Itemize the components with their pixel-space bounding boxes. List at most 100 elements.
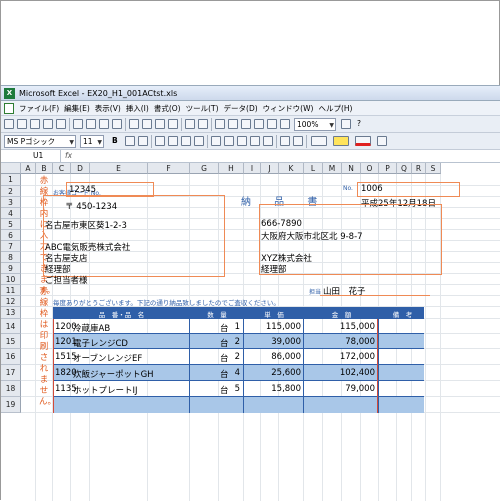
align-right-icon[interactable] [181,136,191,146]
row-header[interactable]: 5 [1,219,21,230]
column-header[interactable]: L [304,163,323,174]
workbook-icon[interactable] [4,103,14,114]
item-amount[interactable]: 172,000 [304,352,375,362]
row-header[interactable]: 9 [1,263,21,274]
item-qty[interactable]: 2 [190,352,240,362]
item-amount[interactable]: 78,000 [304,337,375,347]
row-header[interactable]: 3 [1,197,21,208]
item-amount[interactable]: 79,000 [304,384,375,394]
help-label[interactable]: ? [355,118,369,131]
column-header[interactable]: F [148,163,190,174]
column-header[interactable]: J [261,163,279,174]
select-all-corner[interactable] [1,163,21,174]
item-amount[interactable]: 115,000 [304,322,375,332]
row-header[interactable]: 14 [1,319,21,334]
column-header[interactable]: P [379,163,397,174]
item-name[interactable]: 電子レンジCD [73,337,128,349]
recipient-person[interactable]: ご担当者様 [45,274,88,286]
new-icon[interactable] [4,119,14,129]
recipient-postal[interactable]: 〒 450-1234 [65,200,117,212]
font-size-select[interactable]: 11 ▼ [80,135,104,148]
row-header[interactable]: 1 [1,174,21,186]
item-unit[interactable]: 台 [220,322,229,334]
item-unit[interactable]: 台 [220,384,229,396]
increase-indent-icon[interactable] [293,136,303,146]
menu-item[interactable]: ファイル(F) [19,101,59,116]
zoom-select[interactable]: 100% ▼ [294,118,336,131]
column-header[interactable]: E [90,163,148,174]
menu-item[interactable]: ヘルプ(H) [318,101,352,116]
item-unit[interactable]: 台 [220,352,229,364]
column-header[interactable]: D [71,163,90,174]
column-header[interactable]: Q [397,163,412,174]
decrease-indent-icon[interactable] [280,136,290,146]
percent-icon[interactable] [224,136,234,146]
item-qty[interactable]: 4 [190,368,240,378]
chart-wizard-icon[interactable] [267,119,277,129]
sender-postal[interactable]: 666-7890 [261,219,302,229]
email-icon[interactable] [56,119,66,129]
hyperlink-icon[interactable] [215,119,225,129]
menu-item[interactable]: 挿入(I) [126,101,149,116]
row-header[interactable]: 17 [1,365,21,381]
row-header[interactable]: 4 [1,208,21,219]
align-left-icon[interactable] [155,136,165,146]
row-header[interactable]: 8 [1,252,21,263]
menu-item[interactable]: 編集(E) [64,101,90,116]
column-header[interactable]: K [279,163,304,174]
autosum-icon[interactable] [228,119,238,129]
item-price[interactable]: 86,000 [244,352,301,362]
drawing-icon[interactable] [280,119,290,129]
sender-department[interactable]: 経理部 [261,263,287,275]
open-icon[interactable] [17,119,27,129]
decrease-decimal-icon[interactable] [263,136,273,146]
undo-icon[interactable] [185,119,195,129]
no-value[interactable]: 1006 [361,184,383,194]
sort-ascending-icon[interactable] [241,119,251,129]
borders-icon[interactable] [311,136,327,146]
toolbar-options-icon[interactable] [377,136,387,146]
item-name[interactable]: 冷蔵庫AB [73,322,110,334]
copy-icon[interactable] [142,119,152,129]
worksheet-grid[interactable]: A B C D E F G H I J K L M N O P Q R S 1 2 3 4 5 6 7 8 9 10 11 12 13 14 15… [1,163,500,501]
bold-button[interactable]: B [110,135,122,148]
column-header[interactable]: I [244,163,261,174]
menu-item[interactable]: データ(D) [224,101,258,116]
item-qty[interactable]: 1 [190,322,240,332]
help-icon[interactable] [341,119,351,129]
spelling-icon[interactable] [99,119,109,129]
item-price[interactable]: 115,000 [244,322,301,332]
sort-descending-icon[interactable] [254,119,264,129]
item-name[interactable]: ホットプレートIJ [73,384,138,396]
row-header[interactable]: 10 [1,274,21,285]
column-header[interactable]: G [190,163,219,174]
item-unit[interactable]: 台 [220,368,229,380]
column-header[interactable]: O [361,163,379,174]
merge-center-icon[interactable] [194,136,204,146]
row-header[interactable]: 15 [1,334,21,349]
column-header[interactable]: R [412,163,426,174]
menu-item[interactable]: 表示(V) [95,101,121,116]
menu-item[interactable]: ツール(T) [186,101,219,116]
item-name[interactable]: 炊飯ジャーポットGH [73,368,154,380]
research-icon[interactable] [112,119,122,129]
row-header[interactable]: 19 [1,397,21,413]
column-header[interactable]: H [219,163,244,174]
row-header[interactable]: 7 [1,241,21,252]
increase-decimal-icon[interactable] [250,136,260,146]
sender-address[interactable]: 大阪府大阪市北区北 9-8-7 [261,230,363,242]
cut-icon[interactable] [129,119,139,129]
column-header[interactable]: S [426,163,441,174]
italic-icon[interactable] [125,136,135,146]
item-qty[interactable]: 5 [190,384,240,394]
menu-item[interactable]: ウィンドウ(W) [263,101,314,116]
font-color-icon[interactable] [355,136,371,146]
column-header[interactable]: M [323,163,342,174]
row-header[interactable]: 13 [1,307,21,319]
fill-color-icon[interactable] [333,136,349,146]
permission-icon[interactable] [43,119,53,129]
row-header[interactable]: 6 [1,230,21,241]
font-name-select[interactable]: MS Pゴシック ▼ [4,135,76,148]
item-price[interactable]: 39,000 [244,337,301,347]
item-amount[interactable]: 102,400 [304,368,375,378]
